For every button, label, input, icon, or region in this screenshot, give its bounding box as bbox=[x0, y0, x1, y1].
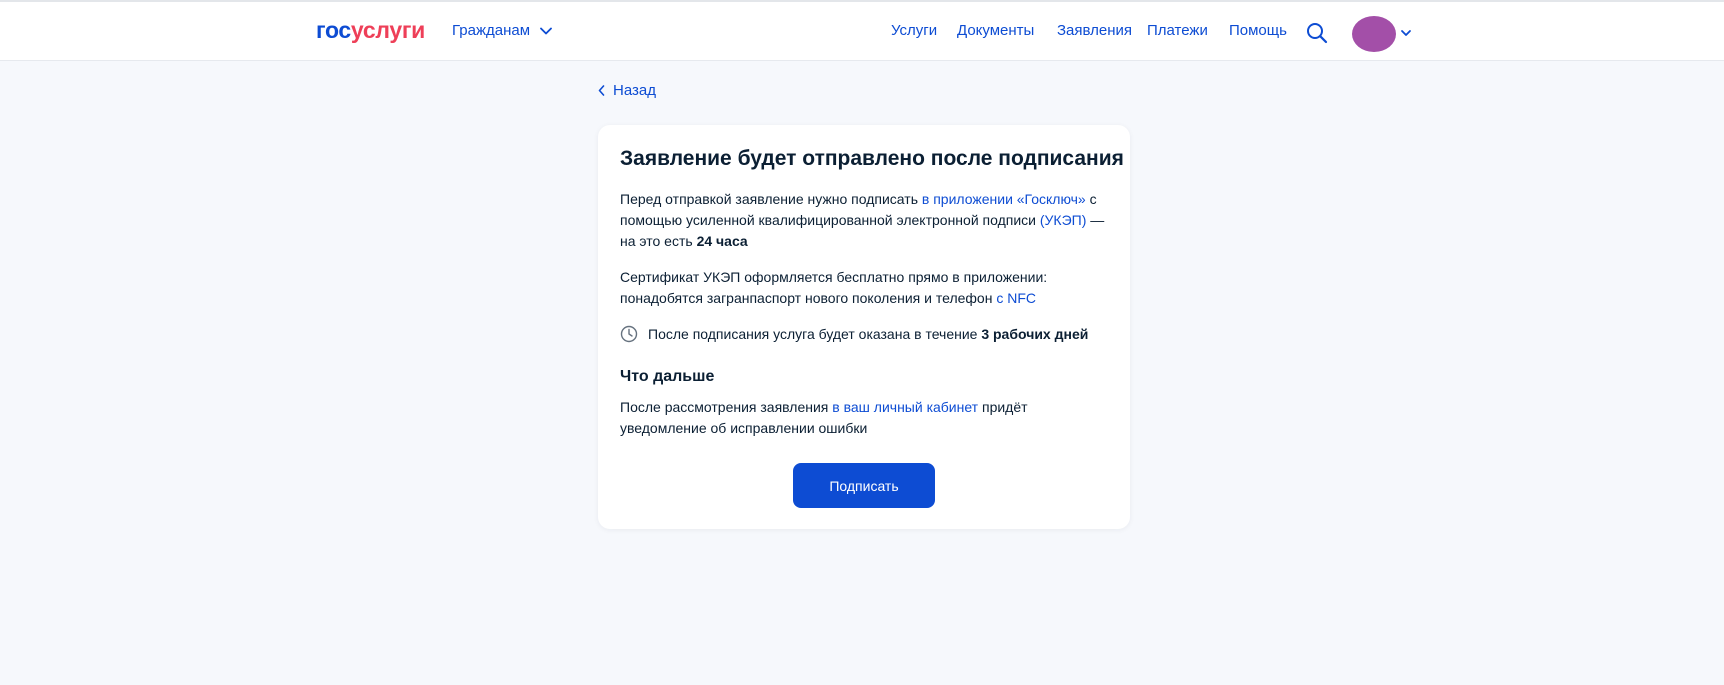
citizens-label: Гражданам bbox=[452, 22, 531, 39]
instr-text-1: Перед отправкой заявление нужно подписат… bbox=[620, 191, 922, 207]
nav-payments[interactable]: Платежи bbox=[1147, 22, 1208, 39]
deadline-hours: 24 часа bbox=[696, 233, 748, 249]
nav-help[interactable]: Помощь bbox=[1229, 22, 1287, 39]
chevron-down-icon bbox=[540, 27, 552, 34]
signing-card: Заявление будет отправлено после подписа… bbox=[598, 125, 1130, 529]
service-time-days: 3 рабочих дней bbox=[981, 326, 1089, 342]
logo-part-uslugi: услуги bbox=[350, 17, 425, 43]
nav-services[interactable]: Услуги bbox=[891, 22, 937, 39]
back-link[interactable]: Назад bbox=[598, 82, 656, 99]
site-header: госуслуги Гражданам Услуги Документы Зая… bbox=[0, 2, 1724, 61]
logo-part-gos: гос bbox=[316, 17, 351, 43]
service-time-info: После подписания услуга будет оказана в … bbox=[620, 325, 1115, 343]
next-text-1: После рассмотрения заявления bbox=[620, 399, 833, 415]
certificate-info: Сертификат УКЭП оформляется бесплатно пр… bbox=[620, 267, 1112, 309]
nav-documents[interactable]: Документы bbox=[957, 22, 1034, 39]
ukep-link[interactable]: (УКЭП) bbox=[1040, 212, 1087, 228]
back-label: Назад bbox=[613, 82, 656, 99]
sign-button[interactable]: Подписать bbox=[793, 463, 935, 508]
gosuslugi-logo[interactable]: госуслуги bbox=[316, 17, 425, 44]
search-icon[interactable] bbox=[1305, 21, 1329, 45]
next-steps-text: После рассмотрения заявления в ваш личны… bbox=[620, 397, 1112, 439]
goskey-app-link[interactable]: в приложении «Госключ» bbox=[922, 191, 1086, 207]
citizens-dropdown[interactable]: Гражданам bbox=[452, 22, 552, 39]
cert-text: Сертификат УКЭП оформляется бесплатно пр… bbox=[620, 269, 1048, 306]
avatar[interactable] bbox=[1352, 16, 1396, 52]
signing-instructions: Перед отправкой заявление нужно подписат… bbox=[620, 189, 1112, 252]
chevron-left-icon bbox=[598, 85, 605, 96]
service-time-prefix: После подписания услуга будет оказана в … bbox=[648, 326, 982, 342]
clock-icon bbox=[620, 325, 638, 343]
personal-account-link[interactable]: в ваш личный кабинет bbox=[832, 399, 978, 415]
service-time-text: После подписания услуга будет оказана в … bbox=[648, 326, 1088, 342]
next-steps-title: Что дальше bbox=[620, 368, 715, 385]
chevron-down-icon[interactable] bbox=[1399, 26, 1413, 40]
nav-applications[interactable]: Заявления bbox=[1057, 22, 1132, 39]
card-title: Заявление будет отправлено после подписа… bbox=[620, 147, 1124, 170]
nfc-link[interactable]: с NFC bbox=[996, 290, 1036, 306]
